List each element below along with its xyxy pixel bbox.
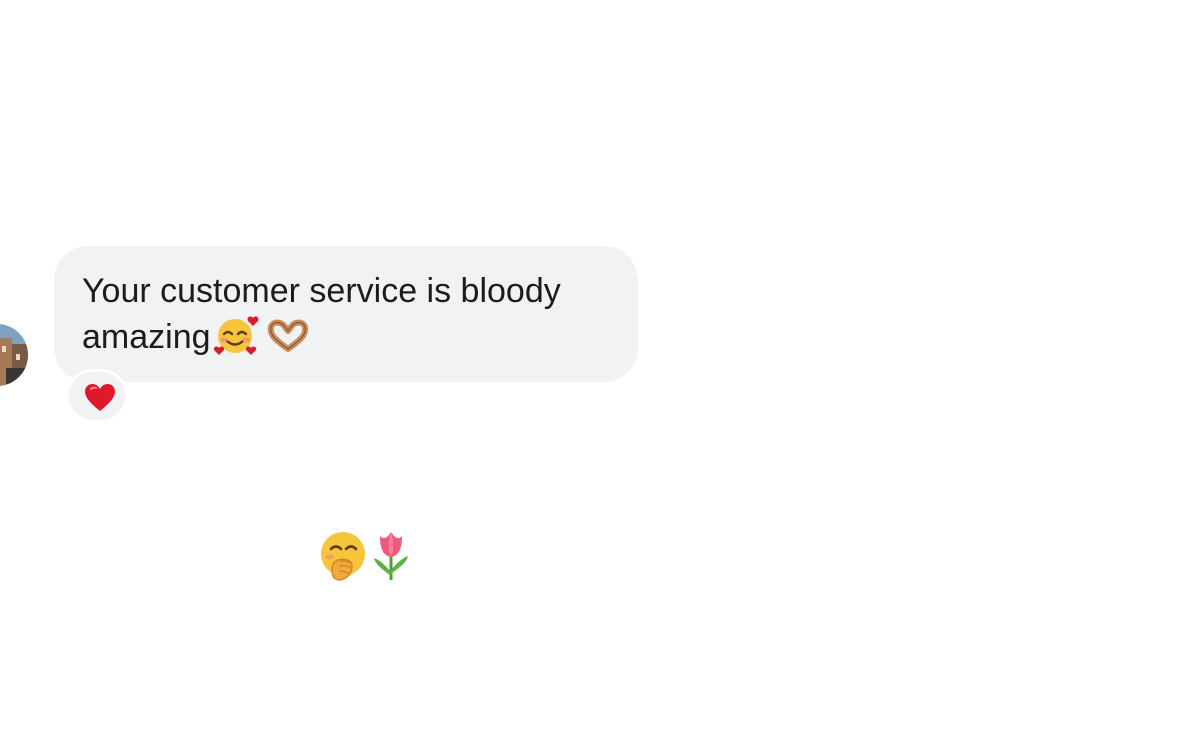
smiling-face-with-hearts-icon xyxy=(213,315,261,367)
heart-hands-icon xyxy=(263,319,313,367)
avatar[interactable] xyxy=(0,324,28,386)
face-with-hand-over-mouth-icon xyxy=(321,532,365,581)
message-text: Your customer service is bloody amazing xyxy=(82,272,561,356)
message-content: Your customer service is bloody amazing xyxy=(82,268,622,367)
emoji-reply-message[interactable] xyxy=(318,530,418,582)
tulip-icon xyxy=(374,532,408,580)
reaction-badge[interactable] xyxy=(66,369,128,423)
red-heart-icon xyxy=(85,384,115,411)
avatar-photo-icon xyxy=(0,324,28,386)
message-bubble[interactable]: Your customer service is bloody amazing xyxy=(54,246,638,382)
